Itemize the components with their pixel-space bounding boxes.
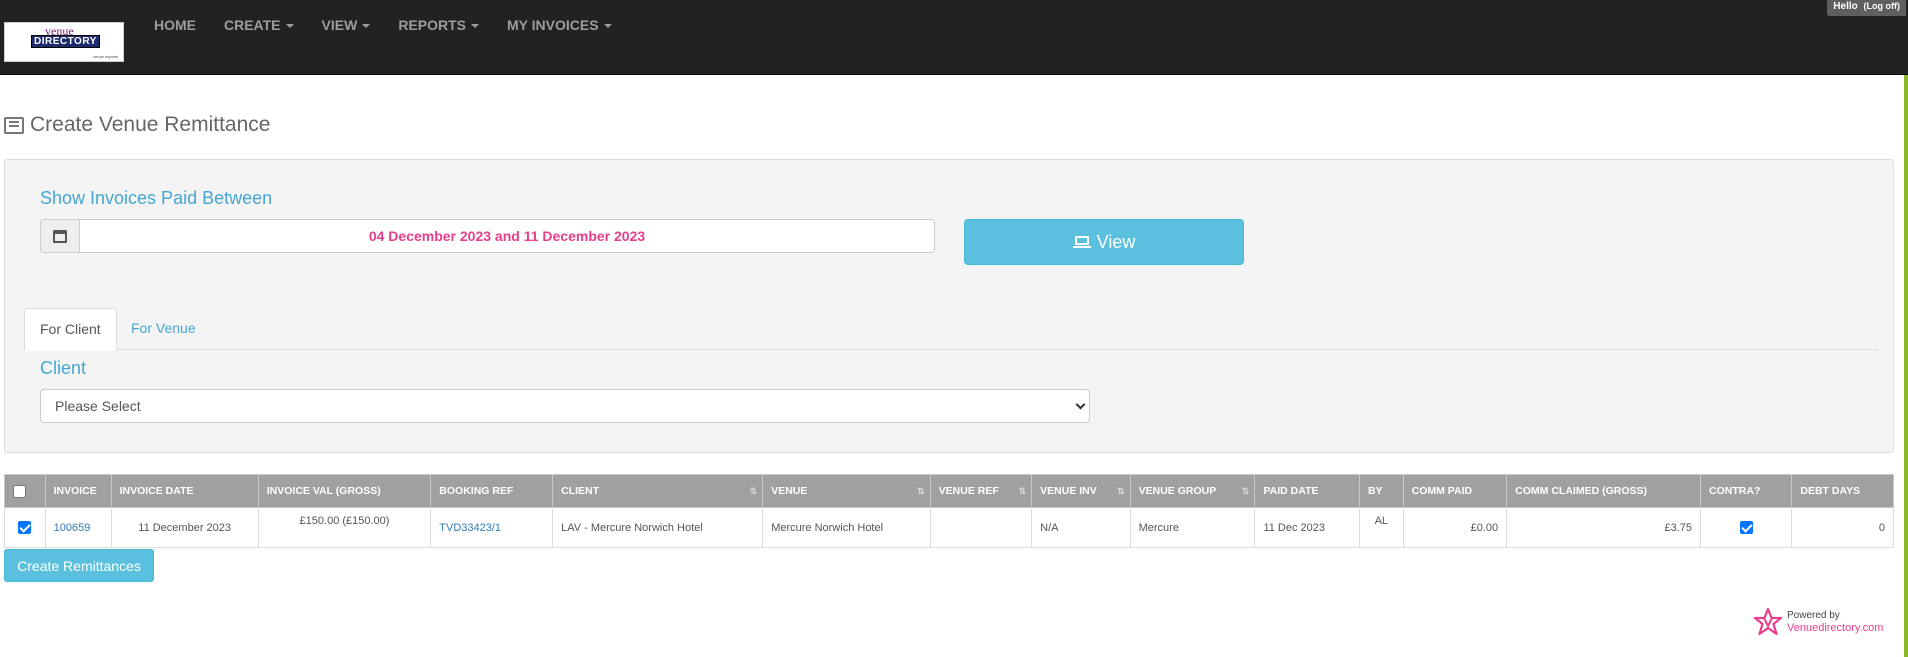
header-comm-claimed[interactable]: COMM CLAIMED (GROSS) <box>1506 474 1702 508</box>
header-invoice-date[interactable]: INVOICE DATE <box>110 474 259 508</box>
client-select[interactable]: Please Select <box>40 389 1090 423</box>
cell-debt-days: 0 <box>1791 507 1894 548</box>
caret-down-icon <box>603 24 612 29</box>
main-nav: HOME CREATE VIEW REPORTS MY INVOICES <box>140 0 626 50</box>
nav-create-label: CREATE <box>224 17 281 33</box>
venue-directory-logo[interactable]: venue DIRECTORY venue experts <box>4 22 124 62</box>
row-select-cell <box>4 507 46 548</box>
user-greeting: Hello (Log off) <box>1827 0 1906 16</box>
client-venue-tabs: For Client For Venue <box>24 308 1879 351</box>
top-navbar: venue DIRECTORY venue experts HOME CREAT… <box>0 0 1908 75</box>
calendar-icon-addon[interactable] <box>40 219 80 253</box>
cell-comm-paid: £0.00 <box>1402 507 1508 548</box>
cell-invoice-val: £150.00 (£150.00) <box>257 507 432 548</box>
hello-text: Hello <box>1833 1 1858 12</box>
nav-reports-dropdown[interactable]: REPORTS <box>384 0 493 50</box>
calendar-icon <box>53 229 67 243</box>
cell-paid-date: 11 Dec 2023 <box>1254 507 1360 548</box>
caret-down-icon <box>285 24 294 29</box>
header-contra[interactable]: CONTRA? <box>1700 474 1793 508</box>
nav-my-invoices-dropdown[interactable]: MY INVOICES <box>493 0 626 50</box>
cell-contra <box>1700 507 1793 548</box>
view-button[interactable]: View <box>964 219 1244 265</box>
cell-by: AL <box>1359 507 1404 548</box>
row-select-checkbox[interactable] <box>18 521 32 534</box>
cell-comm-claimed: £3.75 <box>1506 507 1702 548</box>
cell-invoice: 100659 <box>44 507 112 548</box>
logoff-link[interactable]: (Log off) <box>1864 1 1900 11</box>
header-invoice-val[interactable]: INVOICE VAL (GROSS) <box>257 474 432 508</box>
nav-my-invoices-label: MY INVOICES <box>507 17 599 33</box>
table-header-row: INVOICE INVOICE DATE INVOICE VAL (GROSS)… <box>4 474 1894 508</box>
nav-reports-label: REPORTS <box>398 17 466 33</box>
cell-client: LAV - Mercure Norwich Hotel <box>552 507 764 548</box>
tab-for-venue[interactable]: For Venue <box>116 308 211 350</box>
header-by[interactable]: BY <box>1359 474 1404 508</box>
filter-panel: Show Invoices Paid Between 04 December 2… <box>4 159 1894 453</box>
tab-for-client[interactable]: For Client <box>24 308 117 351</box>
list-icon <box>4 116 24 134</box>
sort-icon: ⇅ <box>917 486 925 496</box>
header-comm-paid[interactable]: COMM PAID <box>1402 474 1508 508</box>
powered-by-badge[interactable]: Powered by Venuedirectory.com <box>1753 607 1883 637</box>
powered-by-text: Powered by <box>1787 610 1840 621</box>
nav-home[interactable]: HOME <box>140 0 210 50</box>
client-select-value: Please Select <box>55 398 141 414</box>
table-row: 100659 11 December 2023 £150.00 (£150.00… <box>4 507 1894 548</box>
nav-view-dropdown[interactable]: VIEW <box>308 0 385 50</box>
booking-ref-link[interactable]: TVD33423/1 <box>439 522 501 534</box>
sort-icon: ⇅ <box>1241 486 1250 496</box>
page-title-text: Create Venue Remittance <box>30 113 271 136</box>
header-paid-date[interactable]: PAID DATE <box>1254 474 1360 508</box>
cell-venue-group: Mercure <box>1129 507 1256 548</box>
cell-invoice-date: 11 December 2023 <box>110 507 259 548</box>
header-client[interactable]: CLIENT ⇅ <box>552 474 764 508</box>
header-invoice[interactable]: INVOICE <box>44 474 112 508</box>
brand-text: Venuedirectory.com <box>1787 622 1884 634</box>
client-label: Client <box>40 358 87 378</box>
header-venue[interactable]: VENUE ⇅ <box>762 474 931 508</box>
header-venue-group[interactable]: VENUE GROUP ⇅ <box>1129 474 1256 508</box>
sort-icon: ⇅ <box>749 486 758 496</box>
date-range-input[interactable]: 04 December 2023 and 11 December 2023 <box>80 219 935 253</box>
contra-checkbox[interactable] <box>1739 521 1753 534</box>
nav-view-label: VIEW <box>321 17 358 33</box>
logo-directory-text: DIRECTORY <box>31 35 100 48</box>
cell-venue-ref <box>929 507 1033 548</box>
page-edge-stripe <box>1904 75 1908 657</box>
sort-icon: ⇅ <box>1117 486 1125 496</box>
invoice-link[interactable]: 100659 <box>54 522 91 534</box>
cell-venue-inv: N/A <box>1031 507 1131 548</box>
logo-tagline: venue experts <box>93 54 119 59</box>
header-venue-ref[interactable]: VENUE REF ⇅ <box>929 474 1033 508</box>
nav-create-dropdown[interactable]: CREATE <box>210 0 308 50</box>
view-button-label: View <box>1096 231 1136 252</box>
page-title: Create Venue Remittance <box>4 113 270 137</box>
select-all-checkbox[interactable] <box>13 484 26 498</box>
header-booking-ref[interactable]: BOOKING REF <box>430 474 554 508</box>
caret-down-icon <box>362 24 371 29</box>
select-all-header <box>4 474 46 508</box>
header-venue-inv[interactable]: VENUE INV ⇅ <box>1031 474 1131 508</box>
caret-down-icon <box>471 24 479 29</box>
date-range-picker[interactable]: 04 December 2023 and 11 December 2023 <box>40 219 935 253</box>
date-range-label: Show Invoices Paid Between <box>40 188 273 208</box>
chevron-down-icon <box>1075 399 1086 410</box>
nav-home-label: HOME <box>154 17 196 33</box>
cell-venue: Mercure Norwich Hotel <box>762 507 931 548</box>
create-remittances-button[interactable]: Create Remittances <box>4 549 154 582</box>
header-debt-days[interactable]: DEBT DAYS <box>1791 474 1894 508</box>
cell-booking-ref: TVD33423/1 <box>430 507 554 548</box>
sort-icon: ⇅ <box>1018 486 1027 496</box>
laptop-icon <box>1072 236 1091 248</box>
star-logo-icon <box>1753 607 1783 636</box>
invoices-table: INVOICE INVOICE DATE INVOICE VAL (GROSS)… <box>4 474 1894 548</box>
